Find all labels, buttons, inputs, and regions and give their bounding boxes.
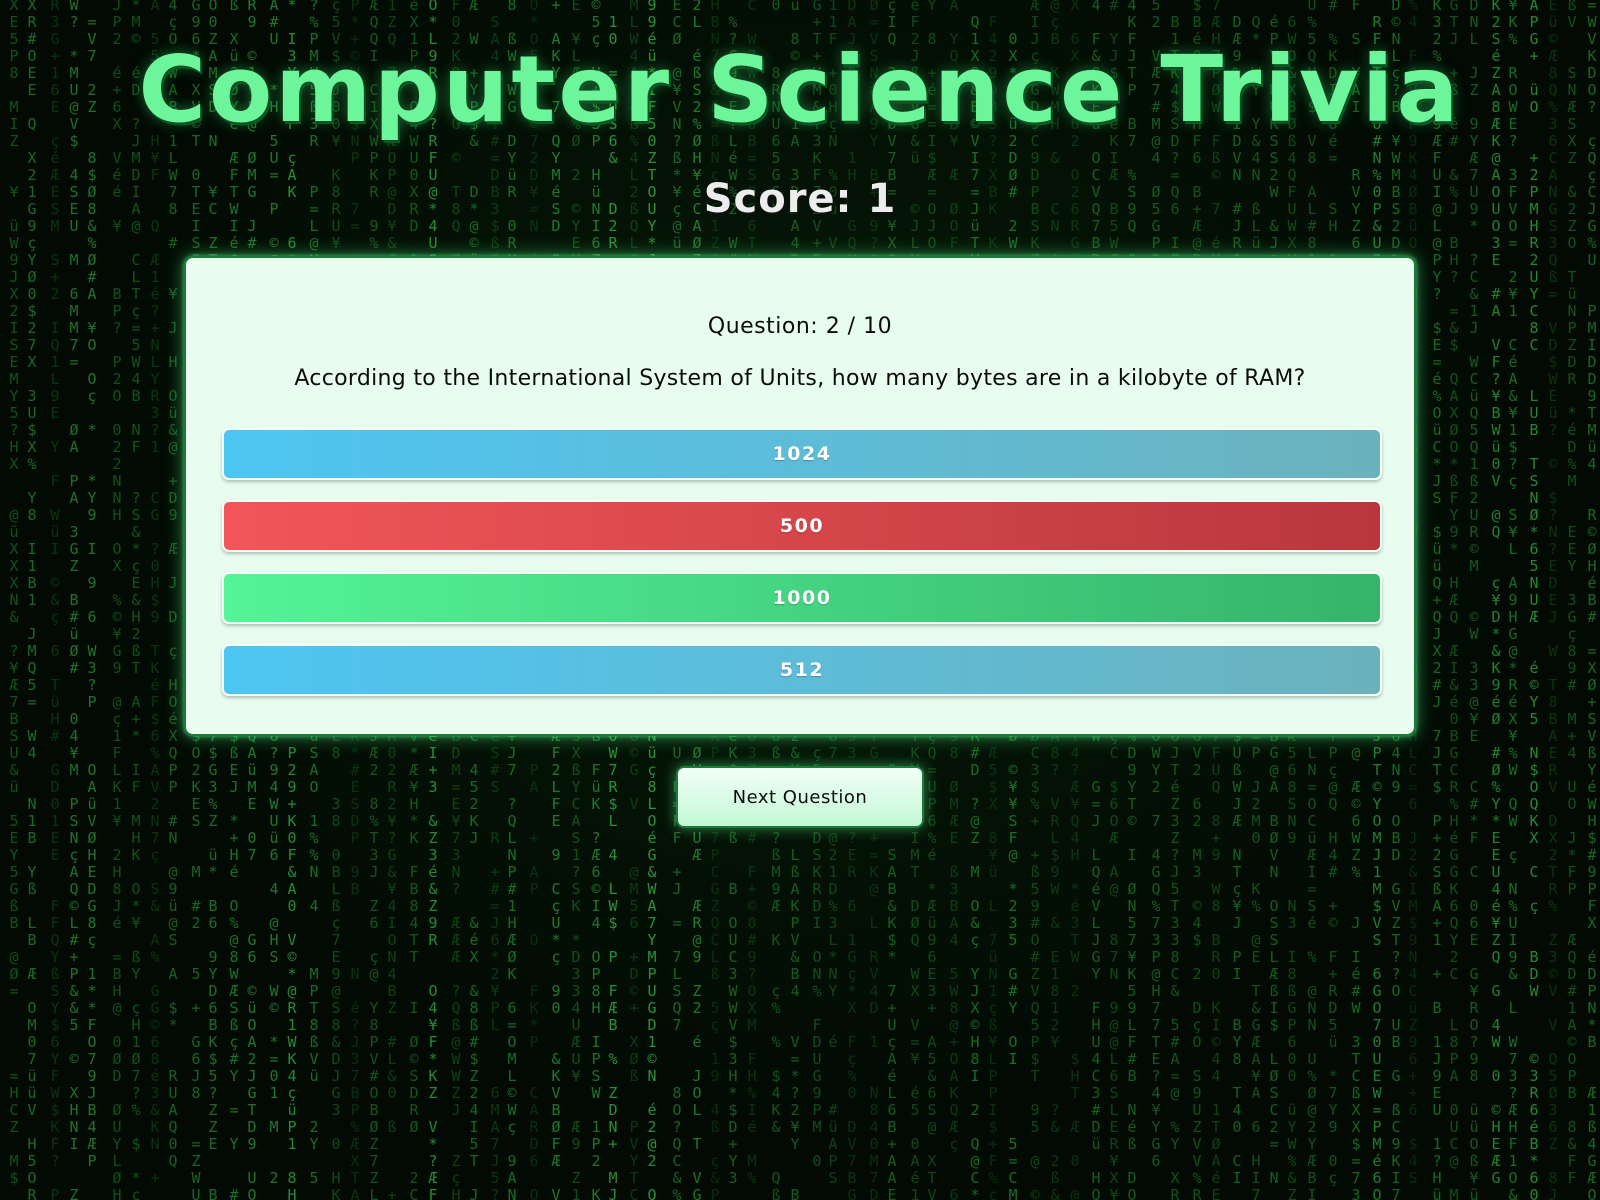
answer-list: 1024 500 1000 512 bbox=[222, 428, 1382, 716]
question-card: Question: 2 / 10 According to the Intern… bbox=[184, 256, 1416, 736]
next-question-button[interactable]: Next Question bbox=[676, 766, 924, 828]
question-progress: Question: 2 / 10 bbox=[707, 314, 893, 339]
answer-option-1[interactable]: 1024 bbox=[222, 428, 1382, 480]
answer-option-2[interactable]: 500 bbox=[222, 500, 1382, 552]
question-text: According to the International System of… bbox=[294, 366, 1306, 391]
answer-option-4[interactable]: 512 bbox=[222, 644, 1382, 696]
answer-option-3[interactable]: 1000 bbox=[222, 572, 1382, 624]
trivia-page: Computer Science Trivia Score: 1 Questio… bbox=[0, 0, 1600, 1200]
page-title: Computer Science Trivia bbox=[138, 36, 1462, 143]
score-display: Score: 1 bbox=[703, 176, 897, 222]
